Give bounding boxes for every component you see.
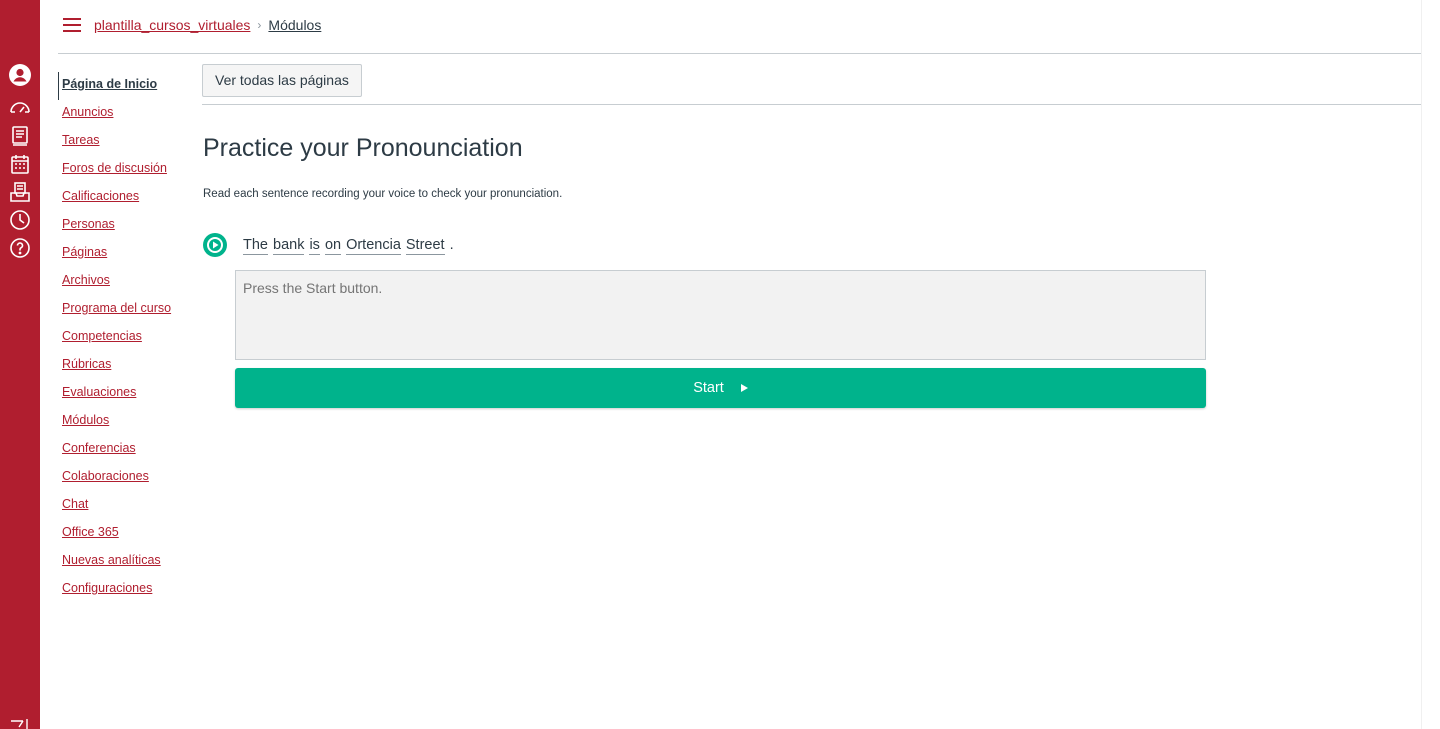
page-title: Practice your Pronounciation [203, 134, 523, 162]
play-triangle-icon [740, 384, 748, 392]
page-toolbar: Ver todas las páginas [202, 64, 1422, 105]
account-icon[interactable] [9, 64, 31, 86]
transcription-output[interactable] [235, 270, 1206, 360]
page-header: plantilla_cursos_virtuales › Módulos [58, 0, 1422, 54]
view-all-pages-button[interactable]: Ver todas las páginas [202, 64, 362, 97]
practice-sentence: The bank is on Ortencia Street . [243, 236, 454, 255]
play-audio-icon[interactable] [203, 233, 227, 257]
start-recording-button[interactable]: Start [235, 368, 1206, 408]
course-nav-new-analytics[interactable]: Nuevas analíticas [58, 548, 188, 576]
course-nav-pages[interactable]: Páginas [58, 240, 188, 268]
breadcrumb: plantilla_cursos_virtuales › Módulos [94, 17, 321, 33]
start-button-label: Start [693, 380, 724, 396]
hamburger-menu-icon[interactable] [63, 18, 81, 34]
inbox-icon[interactable] [9, 181, 31, 203]
course-nav-settings[interactable]: Configuraciones [58, 576, 188, 604]
sentence-word[interactable]: Street [405, 236, 445, 255]
breadcrumb-separator: › [257, 18, 262, 32]
course-nav-assignments[interactable]: Tareas [58, 128, 188, 156]
sentence-word[interactable]: bank [273, 236, 305, 255]
course-nav-conferences[interactable]: Conferencias [58, 436, 188, 464]
breadcrumb-current-link[interactable]: Módulos [268, 17, 321, 33]
history-icon[interactable] [9, 209, 31, 231]
sentence-period: . [449, 237, 454, 253]
sentence-word[interactable]: The [243, 236, 268, 255]
course-nav-home[interactable]: Página de Inicio [58, 72, 188, 100]
course-nav-collaborations[interactable]: Colaboraciones [58, 464, 188, 492]
page-intro: Read each sentence recording your voice … [203, 188, 563, 200]
course-nav-grades[interactable]: Calificaciones [58, 184, 188, 212]
course-nav-chat[interactable]: Chat [58, 492, 188, 520]
help-icon[interactable] [9, 237, 31, 259]
course-nav-quizzes[interactable]: Evaluaciones [58, 380, 188, 408]
course-nav-office365[interactable]: Office 365 [58, 520, 188, 548]
course-nav-files[interactable]: Archivos [58, 268, 188, 296]
global-nav [0, 0, 40, 729]
sentence-word[interactable]: on [324, 236, 342, 255]
course-nav-outcomes[interactable]: Competencias [58, 324, 188, 352]
course-nav-modules[interactable]: Módulos [58, 408, 188, 436]
sentence-word[interactable]: is [309, 236, 320, 255]
calendar-icon[interactable] [9, 153, 31, 175]
course-nav-discussions[interactable]: Foros de discusión [58, 156, 188, 184]
course-nav-syllabus[interactable]: Programa del curso [58, 296, 188, 324]
courses-icon[interactable] [9, 125, 31, 147]
course-nav-rubrics[interactable]: Rúbricas [58, 352, 188, 380]
course-nav-announcements[interactable]: Anuncios [58, 100, 188, 128]
breadcrumb-course-link[interactable]: plantilla_cursos_virtuales [94, 17, 250, 33]
course-nav: Página de Inicio Anuncios Tareas Foros d… [58, 72, 188, 604]
course-nav-people[interactable]: Personas [58, 212, 188, 240]
sentence-word[interactable]: Ortencia [346, 236, 401, 255]
right-edge-divider [1421, 0, 1422, 729]
dashboard-icon[interactable] [9, 97, 31, 119]
collapse-nav-icon[interactable] [10, 717, 30, 729]
